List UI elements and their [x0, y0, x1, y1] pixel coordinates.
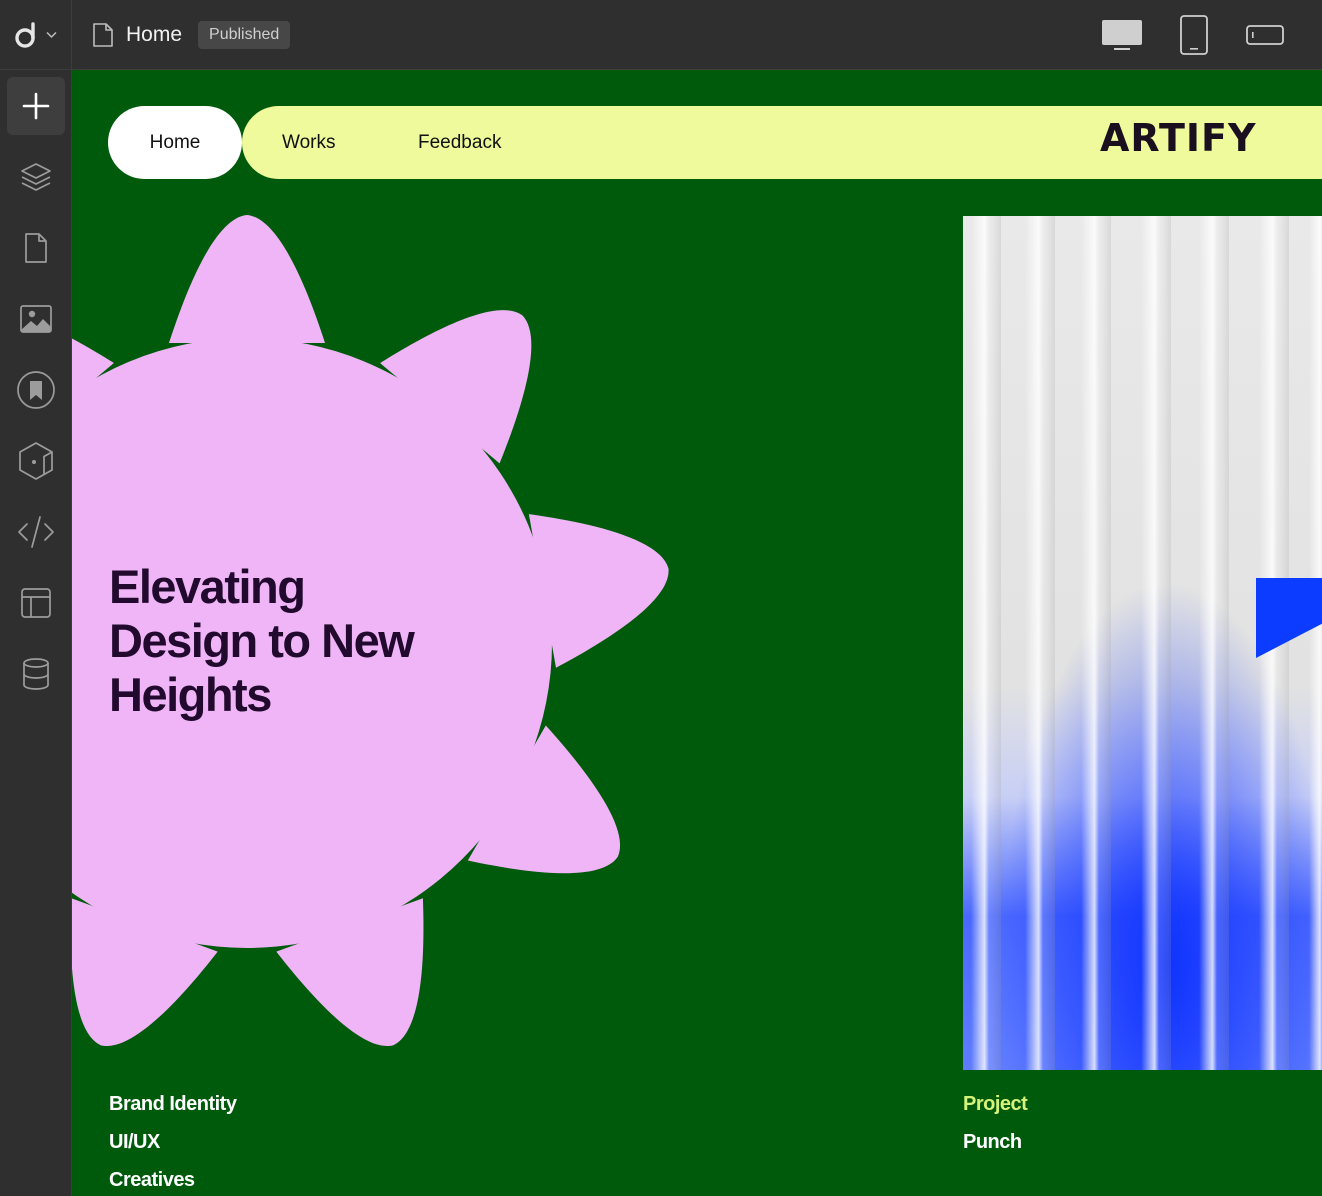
pages-button[interactable] — [7, 219, 65, 277]
site-nav: Works Feedback ARTIFY — [242, 106, 1322, 179]
project-label: Project — [963, 1093, 1028, 1115]
mobile-view-button[interactable] — [1244, 14, 1286, 56]
service-item[interactable]: UI/UX — [109, 1131, 160, 1154]
app-menu-button[interactable] — [0, 0, 72, 70]
d-logo-icon — [15, 22, 35, 48]
media-icon — [20, 305, 52, 333]
pages-icon — [25, 233, 47, 263]
layers-icon — [21, 163, 51, 191]
hero-heading-line: Heights — [109, 668, 272, 721]
components-button[interactable] — [7, 432, 65, 490]
design-canvas[interactable]: Works Feedback ARTIFY Home Elevating Des… — [72, 70, 1322, 1196]
service-item[interactable]: Creatives — [109, 1169, 195, 1192]
database-button[interactable] — [7, 645, 65, 703]
code-icon — [18, 516, 54, 548]
project-name[interactable]: Punch — [963, 1131, 1022, 1154]
components-icon — [19, 442, 53, 480]
bookmarks-button[interactable] — [7, 361, 65, 419]
hero-image[interactable] — [963, 216, 1322, 1070]
tool-sidebar — [0, 70, 72, 1196]
add-element-button[interactable] — [7, 77, 65, 135]
abstract-ribbed-image — [963, 216, 1322, 1070]
nav-works-link[interactable]: Works — [282, 106, 335, 179]
nav-feedback-link[interactable]: Feedback — [418, 106, 501, 179]
page-icon — [93, 23, 113, 47]
hero-heading-line: Elevating — [109, 560, 306, 613]
chevron-down-icon — [46, 31, 57, 39]
tablet-icon — [1180, 15, 1208, 55]
database-icon — [23, 658, 49, 690]
code-button[interactable] — [7, 503, 65, 561]
tablet-view-button[interactable] — [1176, 14, 1212, 56]
hero-heading[interactable]: Elevating Design to New Heights — [109, 560, 509, 722]
page-title: Home — [126, 23, 183, 46]
editor-topbar: Home Published — [0, 0, 1322, 70]
current-page[interactable]: Home Published — [92, 0, 291, 70]
media-button[interactable] — [7, 290, 65, 348]
desktop-icon — [1102, 20, 1142, 50]
desktop-view-button[interactable] — [1100, 14, 1144, 56]
layout-icon — [21, 588, 51, 618]
bookmark-icon — [17, 371, 55, 409]
nav-home-link[interactable]: Home — [108, 106, 242, 179]
hero-heading-line: Design to New — [109, 614, 415, 667]
mobile-landscape-icon — [1246, 25, 1284, 45]
status-badge: Published — [198, 21, 291, 49]
service-item[interactable]: Brand Identity — [109, 1093, 237, 1116]
layers-button[interactable] — [7, 148, 65, 206]
layout-button[interactable] — [7, 574, 65, 632]
add-icon — [22, 92, 50, 120]
brand-logo[interactable]: ARTIFY — [1100, 116, 1257, 160]
